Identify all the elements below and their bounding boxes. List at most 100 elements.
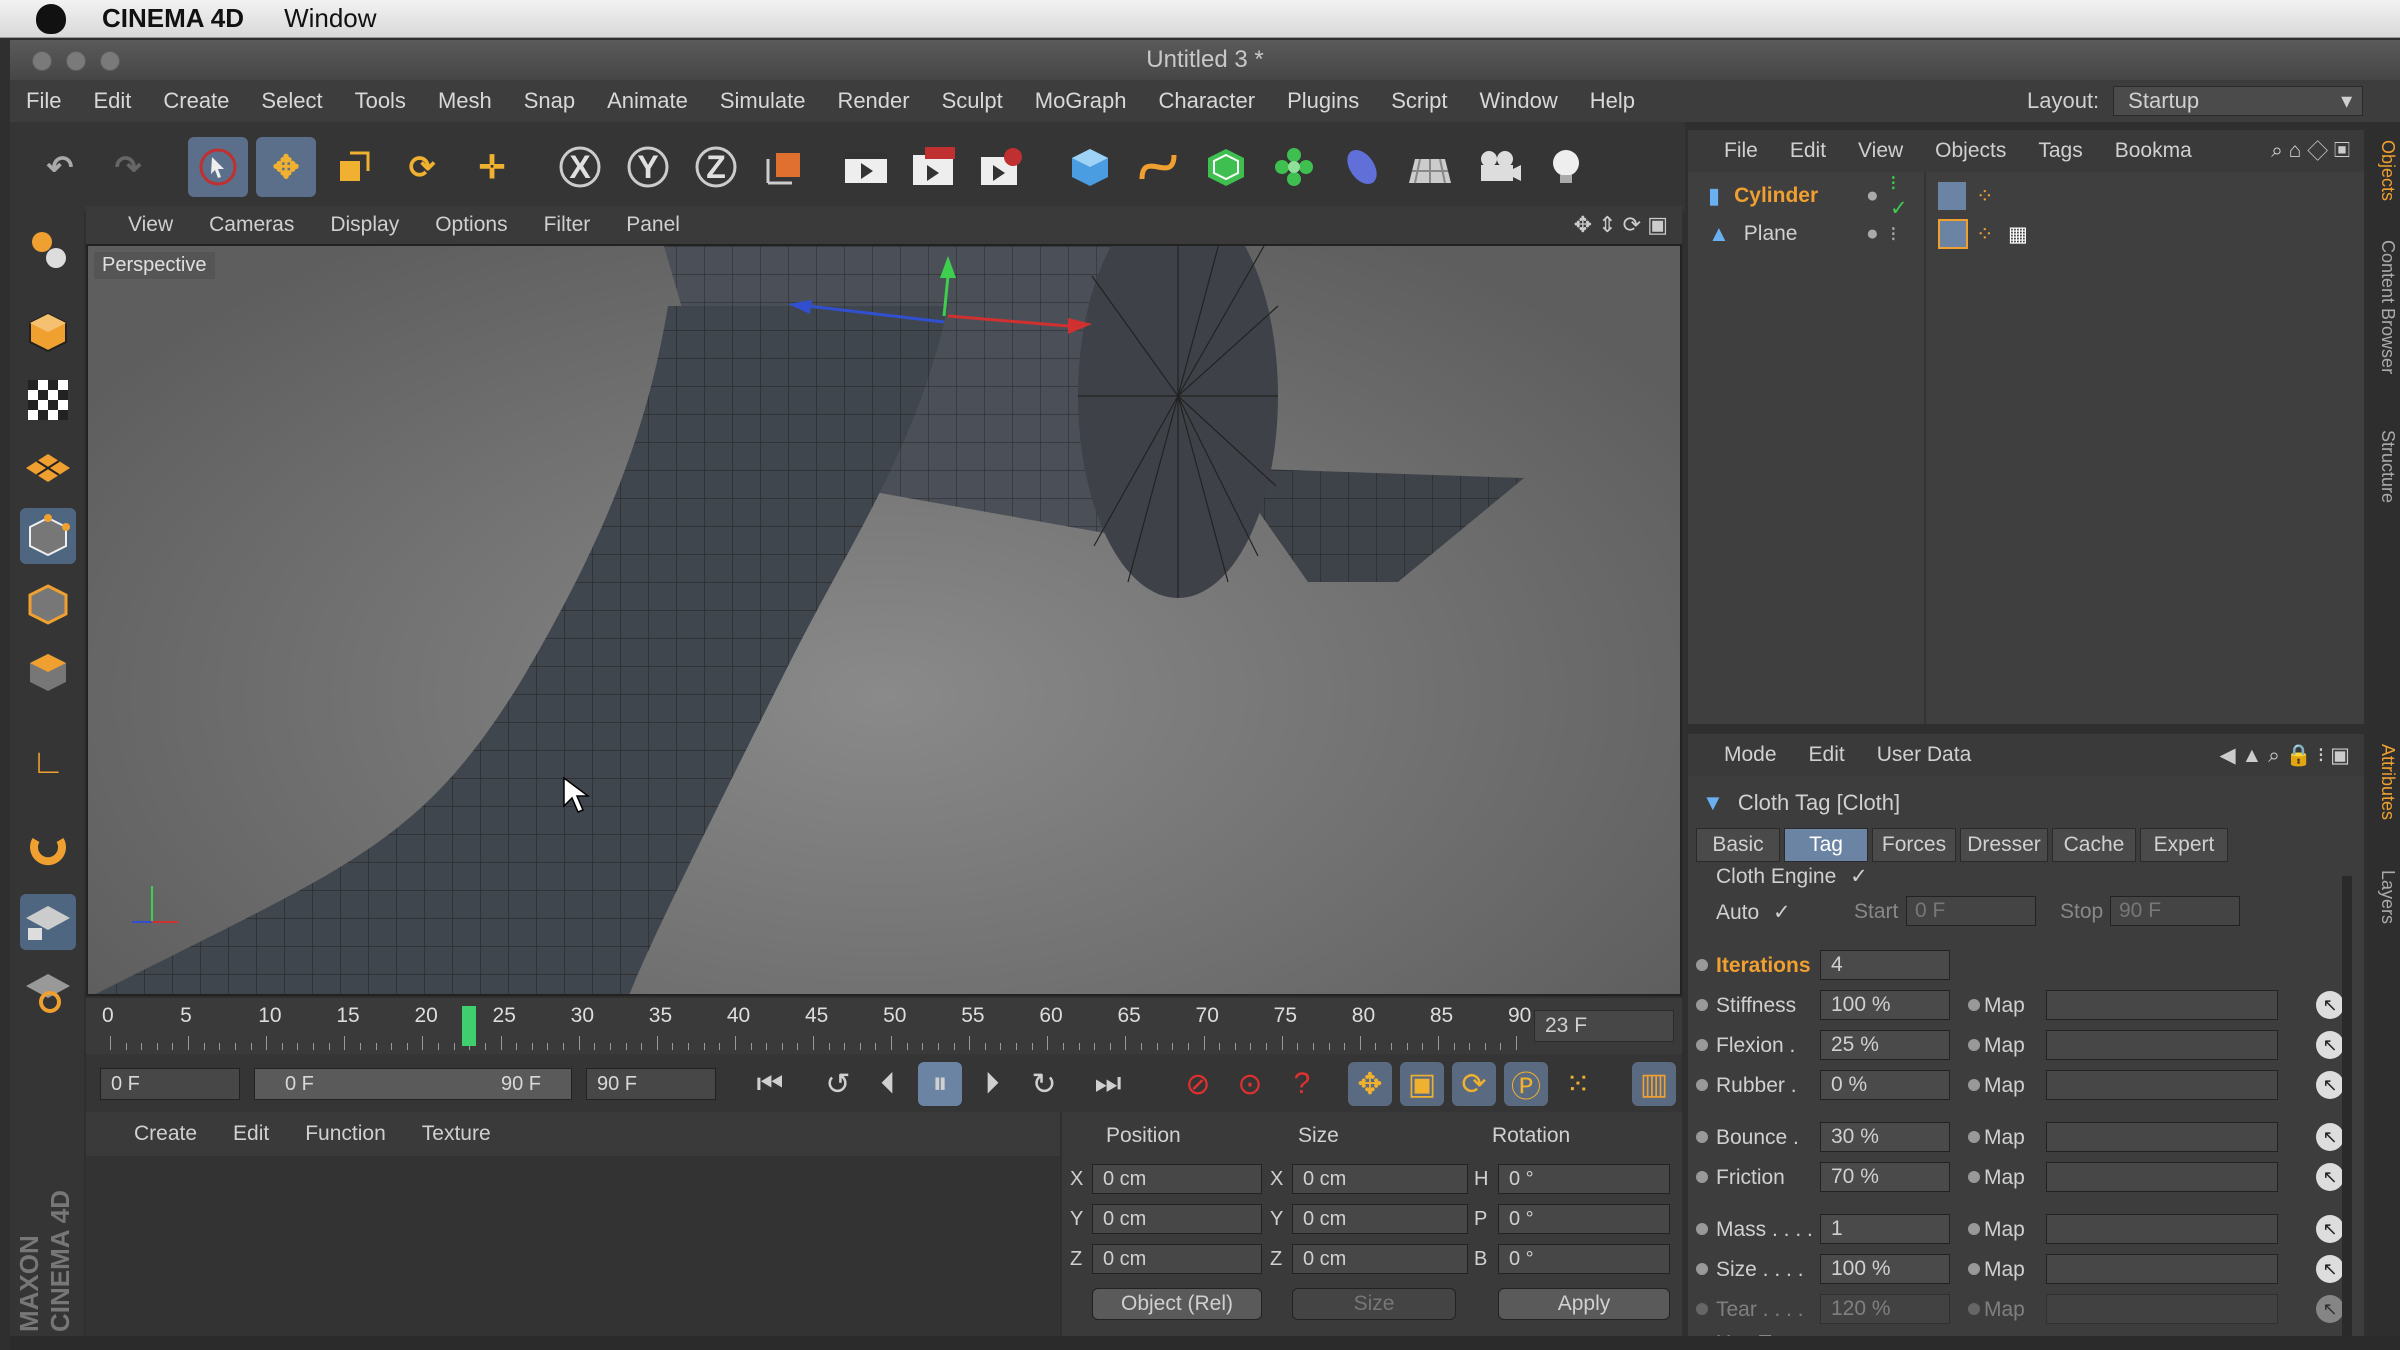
apple-icon[interactable]	[36, 3, 66, 34]
menu-file[interactable]: File	[10, 88, 77, 114]
layout-dropdown[interactable]: Startup	[2113, 86, 2364, 116]
size-x-field[interactable]: 0 cm	[1292, 1164, 1468, 1194]
stop-field[interactable]: 90 F	[2110, 896, 2240, 926]
size-anim-dot[interactable]	[1696, 1263, 1708, 1275]
go-to-end-icon[interactable]: ⏭	[1086, 1062, 1130, 1106]
mass-map-clear-icon[interactable]: ↖	[2316, 1215, 2344, 1243]
cylinder-enabled-icon[interactable]: ⁝✓	[1890, 171, 1908, 221]
pos-x-field[interactable]: 0 cm	[1092, 1164, 1262, 1194]
start-field[interactable]: 0 F	[1906, 896, 2036, 926]
rotate-icon[interactable]: ⟳	[392, 137, 452, 197]
timeline[interactable]: 0 5 10 15 20 25 30 35 40 45 50 55 60 65 70 75 80 85 90 23 …	[86, 998, 1682, 1054]
tab-expert[interactable]: Expert	[2140, 828, 2228, 862]
lock-workplane-icon[interactable]	[20, 894, 76, 950]
material-menu-create[interactable]: Create	[116, 1122, 215, 1146]
stiffness-field[interactable]: 100 %	[1820, 990, 1950, 1020]
autokeying-icon[interactable]: ⊙	[1228, 1062, 1272, 1106]
viewport-menu-options[interactable]: Options	[417, 213, 525, 237]
previous-frame-icon[interactable]: ⏴	[866, 1062, 910, 1106]
attributes-menu-user-data[interactable]: User Data	[1861, 743, 1988, 767]
axis-mode-icon[interactable]: ∟	[20, 734, 76, 790]
menu-render[interactable]: Render	[821, 88, 925, 114]
rubber-map-dot[interactable]	[1968, 1079, 1980, 1091]
cube-icon[interactable]	[1060, 137, 1120, 197]
size-y-field[interactable]: 0 cm	[1292, 1204, 1468, 1234]
menu-select[interactable]: Select	[245, 88, 338, 114]
points-mode-icon[interactable]	[20, 508, 76, 564]
pause-icon[interactable]: ⏸	[918, 1062, 962, 1106]
object-row-plane[interactable]: ▲ Plane ● ⁝ ⁘ ▦	[1708, 216, 2028, 252]
material-menu-function[interactable]: Function	[287, 1122, 404, 1146]
viewport-menu-panel[interactable]: Panel	[608, 213, 698, 237]
side-tab-attributes[interactable]: Attributes	[2370, 744, 2398, 820]
zoom-icon[interactable]	[100, 51, 120, 71]
plane-phong-tag-icon[interactable]: ⁘	[1976, 222, 1994, 247]
side-tab-objects[interactable]: Objects	[2370, 140, 2398, 201]
menu-edit[interactable]: Edit	[77, 88, 147, 114]
workplane-icon[interactable]	[20, 440, 76, 496]
tear-anim-dot[interactable]	[1696, 1303, 1708, 1315]
flexion-map-clear-icon[interactable]: ↖	[2316, 1031, 2344, 1059]
end-frame-field[interactable]: 90 F	[586, 1068, 716, 1100]
make-editable-icon[interactable]	[20, 222, 76, 278]
object-menu-edit[interactable]: Edit	[1774, 139, 1842, 163]
auto-checkbox[interactable]: ✓	[1773, 901, 1791, 924]
menu-animate[interactable]: Animate	[591, 88, 704, 114]
pos-z-field[interactable]: 0 cm	[1092, 1244, 1262, 1274]
bounce-field[interactable]: 30 %	[1820, 1122, 1950, 1152]
viewport-menu-view[interactable]: View	[110, 213, 191, 237]
cylinder-collider-tag-icon[interactable]	[1938, 182, 1966, 210]
attributes-nav-icons[interactable]: ◀ ▲ ⌕ 🔒 ⁝ ▣	[2219, 743, 2350, 768]
tear-field[interactable]: 120 %	[1820, 1294, 1950, 1324]
stiffness-map-field[interactable]	[2046, 990, 2278, 1020]
material-menu-edit[interactable]: Edit	[215, 1122, 287, 1146]
x-axis-icon[interactable]: X	[550, 137, 610, 197]
minimize-icon[interactable]	[66, 51, 86, 71]
live-selection-icon[interactable]	[188, 137, 248, 197]
rot-p-field[interactable]: 0 °	[1498, 1204, 1670, 1234]
attributes-menu-mode[interactable]: Mode	[1708, 743, 1793, 767]
viewport-3d[interactable]: Perspective	[86, 244, 1682, 996]
menu-tools[interactable]: Tools	[339, 88, 422, 114]
viewport-menu-cameras[interactable]: Cameras	[191, 213, 312, 237]
rubber-anim-dot[interactable]	[1696, 1079, 1708, 1091]
menu-character[interactable]: Character	[1142, 88, 1271, 114]
side-tab-content-browser[interactable]: Content Browser	[2370, 240, 2398, 374]
mass-map-dot[interactable]	[1968, 1223, 1980, 1235]
current-frame-field[interactable]: 23 F	[1534, 1010, 1674, 1042]
rubber-field[interactable]: 0 %	[1820, 1070, 1950, 1100]
pos-y-field[interactable]: 0 cm	[1092, 1204, 1262, 1234]
scheme-settings-icon[interactable]: ▥	[1632, 1062, 1676, 1106]
flexion-map-field[interactable]	[2046, 1030, 2278, 1060]
start-frame-field[interactable]: 0 F	[100, 1068, 240, 1100]
cloth-engine-checkbox[interactable]: ✓	[1850, 865, 1868, 888]
menu-mesh[interactable]: Mesh	[422, 88, 508, 114]
tear-map-field[interactable]	[2046, 1294, 2278, 1324]
menu-sculpt[interactable]: Sculpt	[926, 88, 1019, 114]
render-picture-viewer-icon[interactable]	[904, 137, 964, 197]
next-frame-icon[interactable]: ⏵	[970, 1062, 1014, 1106]
object-menu-bookmarks[interactable]: Bookma	[2099, 139, 2208, 163]
plane-enabled-icon[interactable]: ⁝	[1890, 222, 1897, 247]
y-axis-icon[interactable]: Y	[618, 137, 678, 197]
move-icon[interactable]: ✥	[256, 137, 316, 197]
friction-field[interactable]: 70 %	[1820, 1162, 1950, 1192]
record-position-icon[interactable]: ✥	[1348, 1062, 1392, 1106]
object-manager-tools-icons[interactable]: ⌕ ⌂ ◇ ▣	[2271, 139, 2350, 163]
subdivision-icon[interactable]	[1196, 137, 1256, 197]
bounce-map-clear-icon[interactable]: ↖	[2316, 1123, 2344, 1151]
tweak-magnet-icon[interactable]	[20, 822, 76, 878]
deformer-icon[interactable]	[1332, 137, 1392, 197]
rot-b-field[interactable]: 0 °	[1498, 1244, 1670, 1274]
object-menu-objects[interactable]: Objects	[1919, 139, 2022, 163]
stiffness-anim-dot[interactable]	[1696, 999, 1708, 1011]
bounce-anim-dot[interactable]	[1696, 1131, 1708, 1143]
spline-icon[interactable]	[1128, 137, 1188, 197]
timeline-ruler[interactable]: 0 5 10 15 20 25 30 35 40 45 50 55 60 65 70 75 80 85 90	[86, 998, 1531, 1054]
next-key-icon[interactable]: ↻	[1022, 1062, 1066, 1106]
last-tool-icon[interactable]: ✛	[462, 137, 522, 197]
stiffness-map-dot[interactable]	[1968, 999, 1980, 1011]
plane-visibility-icon[interactable]: ●	[1866, 222, 1879, 246]
undo-icon[interactable]: ↶	[30, 137, 90, 197]
app-menu[interactable]: CINEMA 4D	[102, 3, 244, 34]
